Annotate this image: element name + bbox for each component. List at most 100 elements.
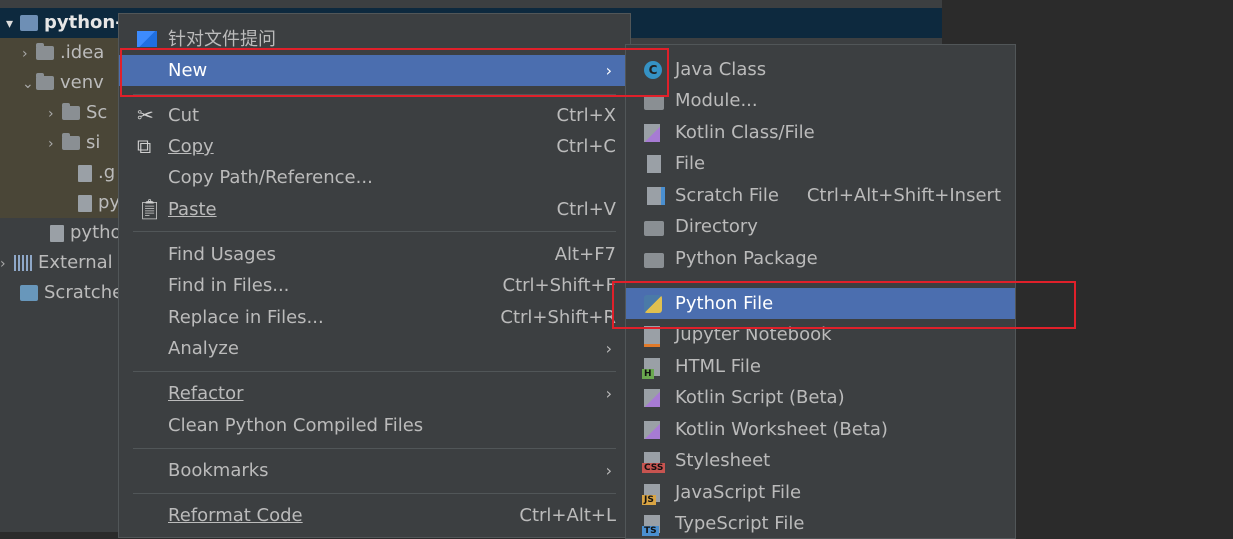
kotlin-icon bbox=[644, 389, 660, 407]
shortcut-label: Ctrl+V bbox=[556, 199, 616, 220]
menu-item-replace-in-files[interactable]: Replace in Files... Ctrl+Shift+R bbox=[119, 302, 630, 333]
tree-item-scratches[interactable]: Scratche bbox=[20, 278, 123, 308]
file-icon bbox=[647, 155, 661, 173]
annotation-box-new bbox=[120, 48, 669, 97]
tree-item-label: venv bbox=[60, 72, 104, 93]
chevron-right-icon: › bbox=[605, 384, 612, 403]
menu-item-label: Analyze bbox=[168, 338, 239, 359]
menu-item-label: JavaScript File bbox=[675, 482, 802, 503]
html-icon: H bbox=[642, 358, 660, 379]
submenu-item-scratch-file[interactable]: Scratch File Ctrl+Alt+Shift+Insert bbox=[626, 180, 1015, 211]
chevron-right-icon[interactable]: › bbox=[48, 99, 62, 129]
menu-item-label: HTML File bbox=[675, 356, 761, 377]
tree-item-scripts[interactable]: › Sc bbox=[48, 98, 107, 128]
library-icon bbox=[14, 255, 32, 271]
kotlin-icon bbox=[644, 421, 660, 439]
tree-item-label: pytho bbox=[70, 222, 122, 243]
submenu-item-stylesheet[interactable]: CSS Stylesheet bbox=[626, 445, 1015, 476]
scratch-file-icon bbox=[647, 187, 665, 205]
submenu-item-module[interactable]: Module... bbox=[626, 85, 1015, 116]
menu-item-label: Find Usages bbox=[168, 244, 277, 265]
tree-item-python-file[interactable]: pytho bbox=[50, 218, 122, 248]
tree-item-label: Scratche bbox=[44, 282, 124, 303]
tree-item-label: si bbox=[86, 132, 101, 153]
clipboard-icon: 📋︎ bbox=[137, 197, 163, 221]
menu-item-label: Scratch File bbox=[675, 185, 779, 206]
menu-item-label: Copy bbox=[168, 136, 214, 157]
chevron-down-icon[interactable]: ▾ bbox=[6, 9, 20, 39]
menu-item-label: Stylesheet bbox=[675, 450, 771, 471]
menu-item-label: TypeScript File bbox=[675, 513, 805, 534]
shortcut-label: Ctrl+Shift+R bbox=[500, 307, 616, 328]
tree-item-label: .idea bbox=[60, 42, 105, 63]
menu-item-label: Directory bbox=[675, 216, 758, 237]
menu-item-find-usages[interactable]: Find Usages Alt+F7 bbox=[119, 239, 630, 270]
menu-item-label: Python Package bbox=[675, 248, 818, 269]
menu-item-clean-python[interactable]: Clean Python Compiled Files bbox=[119, 410, 630, 441]
submenu-item-kotlin-class[interactable]: Kotlin Class/File bbox=[626, 117, 1015, 148]
package-icon bbox=[644, 253, 664, 268]
submenu-item-kotlin-worksheet[interactable]: Kotlin Worksheet (Beta) bbox=[626, 414, 1015, 445]
menu-item-paste[interactable]: 📋︎ Paste Ctrl+V bbox=[119, 194, 630, 225]
shortcut-label: Ctrl+Shift+F bbox=[502, 275, 616, 296]
shortcut-label: Ctrl+Alt+Shift+Insert bbox=[806, 185, 1001, 206]
menu-item-label: Clean Python Compiled Files bbox=[168, 415, 424, 436]
menu-item-find-in-files[interactable]: Find in Files... Ctrl+Shift+F bbox=[119, 270, 630, 301]
folder-icon bbox=[36, 73, 54, 90]
file-icon bbox=[50, 224, 64, 242]
tree-item-gitignore[interactable]: .g bbox=[78, 158, 115, 188]
menu-separator bbox=[133, 493, 616, 494]
js-tag: JS bbox=[642, 495, 656, 505]
tree-root[interactable]: ▾ python- bbox=[6, 8, 123, 38]
css-icon: CSS bbox=[642, 452, 666, 473]
tree-item-venv[interactable]: ⌄ venv bbox=[22, 68, 104, 98]
scissors-icon: ✂ bbox=[137, 103, 154, 127]
chevron-down-icon[interactable]: ⌄ bbox=[22, 69, 36, 99]
tree-item-label: External bbox=[38, 252, 113, 273]
chevron-right-icon[interactable]: › bbox=[22, 39, 36, 69]
menu-item-copy-path[interactable]: Copy Path/Reference... bbox=[119, 162, 630, 193]
menu-item-label: Copy Path/Reference... bbox=[168, 167, 373, 188]
tree-item-label: .g bbox=[98, 162, 116, 183]
submenu-item-python-package[interactable]: Python Package bbox=[626, 243, 1015, 274]
menu-item-label: Cut bbox=[168, 105, 200, 126]
tree-item-external-libraries[interactable]: › External bbox=[0, 248, 113, 278]
tree-item-idea[interactable]: › .idea bbox=[22, 38, 104, 68]
submenu-item-file[interactable]: File bbox=[626, 148, 1015, 179]
module-icon bbox=[644, 95, 664, 110]
menu-item-label: Paste bbox=[168, 199, 217, 220]
shortcut-label: Alt+F7 bbox=[554, 244, 616, 265]
menu-item-bookmarks[interactable]: Bookmarks › bbox=[119, 455, 630, 486]
menu-item-label: Module... bbox=[675, 90, 758, 111]
tree-item-site[interactable]: › si bbox=[48, 128, 100, 158]
submenu-item-typescript-file[interactable]: TS TypeScript File bbox=[626, 508, 1015, 539]
tree-item-label: Sc bbox=[86, 102, 108, 123]
shortcut-label: Ctrl+C bbox=[556, 136, 616, 157]
menu-item-copy[interactable]: ⧉ Copy Ctrl+C bbox=[119, 131, 630, 162]
shortcut-label: Ctrl+Alt+L bbox=[519, 505, 616, 526]
submenu-item-html-file[interactable]: H HTML File bbox=[626, 351, 1015, 382]
html-tag: H bbox=[642, 369, 654, 379]
menu-item-cut[interactable]: ✂ Cut Ctrl+X bbox=[119, 100, 630, 131]
menu-item-refactor[interactable]: Refactor › bbox=[119, 378, 630, 409]
tree-item-pyvenv[interactable]: py bbox=[78, 188, 120, 218]
submenu-item-directory[interactable]: Directory bbox=[626, 211, 1015, 242]
chevron-right-icon[interactable]: › bbox=[0, 249, 14, 279]
menu-separator bbox=[133, 231, 616, 232]
menu-item-reformat-code[interactable]: Reformat Code Ctrl+Alt+L bbox=[119, 500, 630, 531]
menu-separator bbox=[133, 371, 616, 372]
jupyter-icon bbox=[644, 326, 660, 347]
typescript-icon: TS bbox=[642, 515, 660, 536]
menu-item-label: Find in Files... bbox=[168, 275, 290, 296]
submenu-item-javascript-file[interactable]: JS JavaScript File bbox=[626, 477, 1015, 508]
chevron-right-icon[interactable]: › bbox=[48, 129, 62, 159]
css-tag: CSS bbox=[642, 463, 666, 473]
tree-top-strip bbox=[0, 0, 942, 6]
file-icon bbox=[78, 164, 92, 182]
submenu-item-java-class[interactable]: C Java Class bbox=[626, 54, 1015, 85]
menu-item-analyze[interactable]: Analyze › bbox=[119, 333, 630, 364]
submenu-item-kotlin-script[interactable]: Kotlin Script (Beta) bbox=[626, 382, 1015, 413]
menu-item-label: Java Class bbox=[675, 59, 767, 80]
menu-item-label: Kotlin Script (Beta) bbox=[675, 387, 845, 408]
menu-item-label: Kotlin Class/File bbox=[675, 122, 815, 143]
